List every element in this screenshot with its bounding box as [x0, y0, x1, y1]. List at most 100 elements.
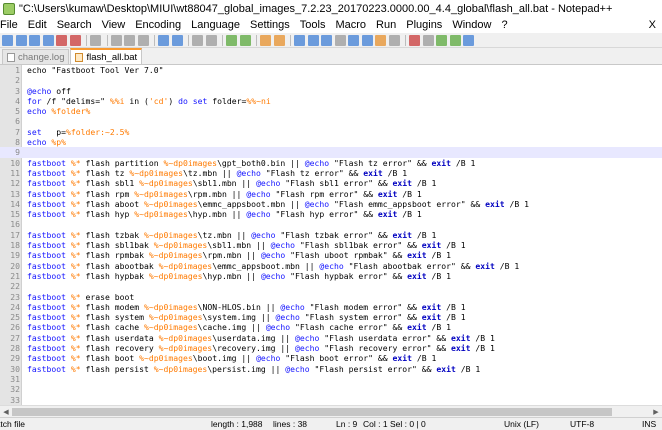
new-file-icon[interactable]	[2, 34, 13, 46]
code-line[interactable]: 3 @echo off	[0, 86, 662, 96]
doc-map-icon[interactable]	[348, 34, 359, 46]
play-macro-icon[interactable]	[436, 34, 447, 46]
code-line[interactable]: 11 fastboot %* flash tz %~dp0images\tz.mb…	[0, 168, 662, 178]
scrollbar-track[interactable]	[12, 407, 650, 416]
tab-flash-all-bat[interactable]: flash_all.bat	[70, 48, 143, 64]
code-line[interactable]: 6	[0, 116, 662, 126]
replace-icon[interactable]	[205, 34, 217, 46]
horizontal-scrollbar[interactable]: ◀ ▶	[0, 405, 662, 417]
code-line[interactable]: 28 fastboot %* flash recovery %~dp0images…	[0, 343, 662, 353]
code-line[interactable]: 7 set p=%folder:~2.5%	[0, 127, 662, 137]
menu-help[interactable]: ?	[496, 19, 512, 31]
function-list-icon[interactable]	[361, 34, 373, 46]
code-line[interactable]: 13 fastboot %* flash rpm %~dp0images\rpm.…	[0, 189, 662, 199]
redo-icon[interactable]	[171, 34, 183, 46]
menu-run[interactable]: Run	[371, 19, 401, 31]
sync-vertical-icon[interactable]	[260, 34, 271, 46]
menu-plugins[interactable]: Plugins	[401, 19, 447, 31]
menu-encoding[interactable]: Encoding	[130, 19, 186, 31]
print-icon[interactable]	[90, 34, 101, 46]
code-line[interactable]: 15 fastboot %* flash hyp %~dp0images\hyp.…	[0, 209, 662, 219]
code-line[interactable]: 5 echo %folder%	[0, 106, 662, 116]
toolbar-separator	[106, 34, 108, 46]
editor-area[interactable]: 1 echo "Fastboot Tool Ver 7.0" 2 3 @echo off…	[0, 65, 662, 417]
code-token: \cache.img ||	[197, 322, 266, 333]
line-number: 19	[10, 250, 20, 261]
user-language-icon[interactable]	[334, 34, 346, 46]
scrollbar-thumb[interactable]	[12, 407, 612, 416]
code-line[interactable]: 12 fastboot %* flash sbl1 %~dp0images\sbl…	[0, 178, 662, 188]
find-icon[interactable]	[192, 34, 203, 46]
scroll-right-arrow-icon[interactable]: ▶	[650, 406, 662, 418]
menu-window[interactable]: Window	[447, 19, 496, 31]
code-line[interactable]: 19 fastboot %* flash rpmbak %~dp0images\r…	[0, 250, 662, 260]
code-line[interactable]: 20 fastboot %* flash abootbak %~dp0images…	[0, 261, 662, 271]
menu-edit[interactable]: Edit	[23, 19, 52, 31]
code-token: folder=	[207, 95, 247, 106]
sync-horizontal-icon[interactable]	[273, 34, 285, 46]
monitoring-icon[interactable]	[388, 34, 400, 46]
code-line[interactable]: 24 fastboot %* flash modem %~dp0images\NO…	[0, 302, 662, 312]
close-document-button[interactable]: X	[649, 19, 662, 31]
code-line[interactable]: 2	[0, 75, 662, 85]
code-line[interactable]: 17 fastboot %* flash tzbak %~dp0images\tz…	[0, 230, 662, 240]
close-icon[interactable]	[56, 34, 67, 46]
scroll-left-arrow-icon[interactable]: ◀	[0, 406, 12, 418]
zoom-in-icon[interactable]	[226, 34, 237, 46]
code-token: /B 1	[426, 322, 452, 333]
stop-record-icon[interactable]	[422, 34, 434, 46]
code-line[interactable]: 16	[0, 219, 662, 229]
code-token: exit	[450, 332, 471, 343]
menu-macro[interactable]: Macro	[330, 19, 371, 31]
code-line[interactable]: 21 fastboot %* flash hypbak %~dp0images\h…	[0, 271, 662, 281]
code-token: flash rpmbak	[80, 250, 149, 261]
code-line[interactable]: 18 fastboot %* flash sbl1bak %~dp0images\…	[0, 240, 662, 250]
code-line[interactable]: 26 fastboot %* flash cache %~dp0images\ca…	[0, 322, 662, 332]
close-all-icon[interactable]	[69, 34, 81, 46]
copy-icon[interactable]	[124, 34, 135, 46]
paste-icon[interactable]	[137, 34, 149, 46]
save-icon[interactable]	[29, 34, 40, 46]
code-line[interactable]: 1 echo "Fastboot Tool Ver 7.0"	[0, 65, 662, 75]
code-line[interactable]: 33	[0, 395, 662, 405]
code-line[interactable]: 23 fastboot %* erase boot	[0, 292, 662, 302]
undo-icon[interactable]	[158, 34, 169, 46]
code-token: %folder:~2.5%	[66, 126, 130, 137]
save-macro-icon[interactable]	[463, 34, 474, 46]
tab-change-log[interactable]: change.log	[2, 49, 70, 64]
code-line[interactable]: 29 fastboot %* flash boot %~dp0images\boo…	[0, 353, 662, 363]
run-macro-multiple-icon[interactable]	[449, 34, 461, 46]
code-line[interactable]: 14 fastboot %* flash aboot %~dp0images\em…	[0, 199, 662, 209]
code-line[interactable]: 32	[0, 384, 662, 394]
code-token: flash cache	[80, 322, 144, 333]
code-line[interactable]: 4 for /f "delims=" %%i in ('cd') do set f…	[0, 96, 662, 106]
word-wrap-icon[interactable]	[294, 34, 305, 46]
cut-icon[interactable]	[110, 34, 122, 46]
notepadpp-app-icon	[3, 2, 15, 15]
code-line[interactable]: 31	[0, 374, 662, 384]
open-file-icon[interactable]	[15, 34, 27, 46]
code-line[interactable]: 8 echo %p%	[0, 137, 662, 147]
code-token: p=	[41, 126, 66, 137]
menu-file[interactable]: File	[0, 19, 23, 31]
menu-search[interactable]: Search	[52, 19, 97, 31]
record-macro-icon[interactable]	[409, 34, 420, 46]
code-line[interactable]: 9	[0, 147, 662, 158]
folder-workspace-icon[interactable]	[375, 34, 386, 46]
line-code: echo "Fastboot Tool Ver 7.0"	[27, 65, 163, 75]
save-all-icon[interactable]	[42, 34, 54, 46]
menu-tools[interactable]: Tools	[295, 19, 331, 31]
code-line[interactable]: 22	[0, 281, 662, 291]
menu-settings[interactable]: Settings	[245, 19, 295, 31]
code-line[interactable]: 25 fastboot %* flash system %~dp0images\s…	[0, 312, 662, 322]
show-all-chars-icon[interactable]	[307, 34, 319, 46]
zoom-out-icon[interactable]	[239, 34, 251, 46]
code-line[interactable]: 10 fastboot %* flash partition %~dp0image…	[0, 158, 662, 168]
code-token: %*	[70, 312, 81, 323]
menu-view[interactable]: View	[97, 19, 131, 31]
code-line[interactable]: 30 fastboot %* flash persist %~dp0images\…	[0, 364, 662, 374]
menu-language[interactable]: Language	[186, 19, 245, 31]
indent-guide-icon[interactable]	[321, 34, 332, 46]
code-line[interactable]: 27 fastboot %* flash userdata %~dp0images…	[0, 333, 662, 343]
code-token: @echo	[246, 209, 271, 220]
